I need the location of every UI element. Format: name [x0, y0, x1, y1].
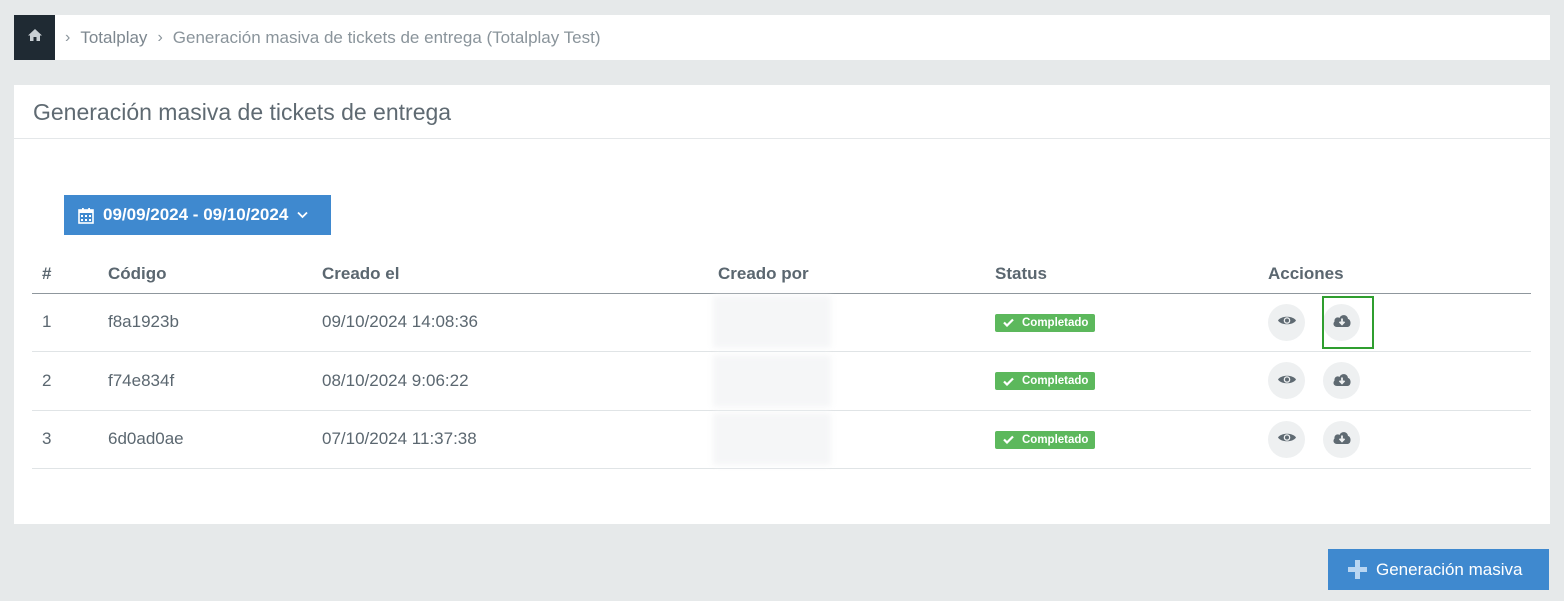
plus-icon — [1348, 560, 1367, 579]
column-header-created-at: Creado el — [312, 255, 708, 294]
row-number: 2 — [32, 351, 98, 411]
eye-icon — [1277, 373, 1297, 389]
status-label: Completado — [1022, 316, 1089, 329]
breadcrumb: › Totalplay › Generación masiva de ticke… — [14, 15, 1550, 60]
row-actions — [1268, 420, 1531, 458]
row-actions — [1268, 303, 1531, 341]
view-button[interactable] — [1268, 303, 1305, 341]
home-icon — [27, 28, 43, 47]
column-header-status: Status — [985, 255, 1258, 294]
row-code: f8a1923b — [98, 293, 312, 352]
download-button[interactable] — [1323, 362, 1360, 400]
row-actions-cell — [1258, 351, 1531, 411]
eye-icon — [1277, 314, 1297, 330]
cloud-download-icon — [1332, 430, 1352, 448]
main-panel: Generación masiva de tickets de entrega … — [14, 85, 1550, 524]
generate-bulk-button[interactable]: Generación masiva — [1328, 549, 1549, 590]
row-actions-cell — [1258, 410, 1531, 469]
status-label: Completado — [1022, 433, 1089, 446]
eye-icon — [1277, 431, 1297, 447]
row-code: 6d0ad0ae — [98, 410, 312, 469]
breadcrumb-item-current: Generación masiva de tickets de entrega … — [172, 27, 601, 47]
row-code: f74e834f — [98, 351, 312, 411]
chevron-down-icon — [297, 211, 308, 219]
redacted-user — [713, 413, 831, 466]
row-number: 1 — [32, 293, 98, 352]
status-badge: Completado — [995, 313, 1096, 332]
breadcrumb-item-totalplay[interactable]: Totalplay — [80, 28, 147, 48]
panel-heading: Generación masiva de tickets de entrega — [14, 85, 1550, 139]
check-icon — [1003, 318, 1014, 328]
generate-bulk-label: Generación masiva — [1376, 559, 1523, 579]
download-button[interactable] — [1323, 420, 1360, 458]
status-badge: Completado — [995, 430, 1096, 449]
status-label: Completado — [1022, 375, 1089, 388]
page-title: Generación masiva de tickets de entrega — [33, 99, 452, 125]
redacted-user — [713, 354, 831, 407]
table-row: 3 6d0ad0ae 07/10/2024 11:37:38 Completad… — [32, 410, 1531, 469]
row-number: 3 — [32, 410, 98, 469]
date-range-value: 09/09/2024 - 09/10/2024 — [103, 205, 289, 224]
date-range-button[interactable]: 09/09/2024 - 09/10/2024 — [64, 195, 331, 235]
column-header-actions: Acciones — [1258, 255, 1531, 294]
view-button[interactable] — [1268, 420, 1305, 458]
table-row: 1 f8a1923b 09/10/2024 14:08:36 Completad… — [32, 293, 1531, 352]
column-header-code: Código — [98, 255, 312, 294]
column-header-number: # — [32, 255, 98, 294]
row-created-by — [708, 410, 985, 469]
row-status-cell: Completado — [985, 351, 1258, 411]
table-header-row: # Código Creado el Creado por Status Acc… — [32, 255, 1531, 294]
check-icon — [1003, 435, 1014, 445]
tickets-table: # Código Creado el Creado por Status Acc… — [32, 255, 1531, 469]
table-row: 2 f74e834f 08/10/2024 9:06:22 Completado — [32, 351, 1531, 411]
row-created-at: 08/10/2024 9:06:22 — [312, 351, 708, 411]
row-status-cell: Completado — [985, 410, 1258, 469]
chevron-right-icon: › — [65, 28, 71, 46]
calendar-icon — [78, 207, 94, 224]
row-actions-cell — [1258, 293, 1531, 352]
redacted-user — [713, 296, 831, 349]
column-header-created-by: Creado por — [708, 255, 985, 294]
download-button[interactable] — [1323, 303, 1360, 341]
check-icon — [1003, 377, 1014, 386]
cloud-download-icon — [1332, 313, 1352, 331]
cloud-download-icon — [1332, 372, 1352, 390]
view-button[interactable] — [1268, 362, 1305, 400]
chevron-right-icon: › — [157, 28, 163, 46]
row-status-cell: Completado — [985, 293, 1258, 352]
row-created-by — [708, 293, 985, 352]
row-created-by — [708, 351, 985, 411]
row-actions — [1268, 362, 1531, 400]
home-button[interactable] — [14, 15, 55, 60]
row-created-at: 09/10/2024 14:08:36 — [312, 293, 708, 352]
row-created-at: 07/10/2024 11:37:38 — [312, 410, 708, 469]
status-badge: Completado — [995, 372, 1096, 391]
